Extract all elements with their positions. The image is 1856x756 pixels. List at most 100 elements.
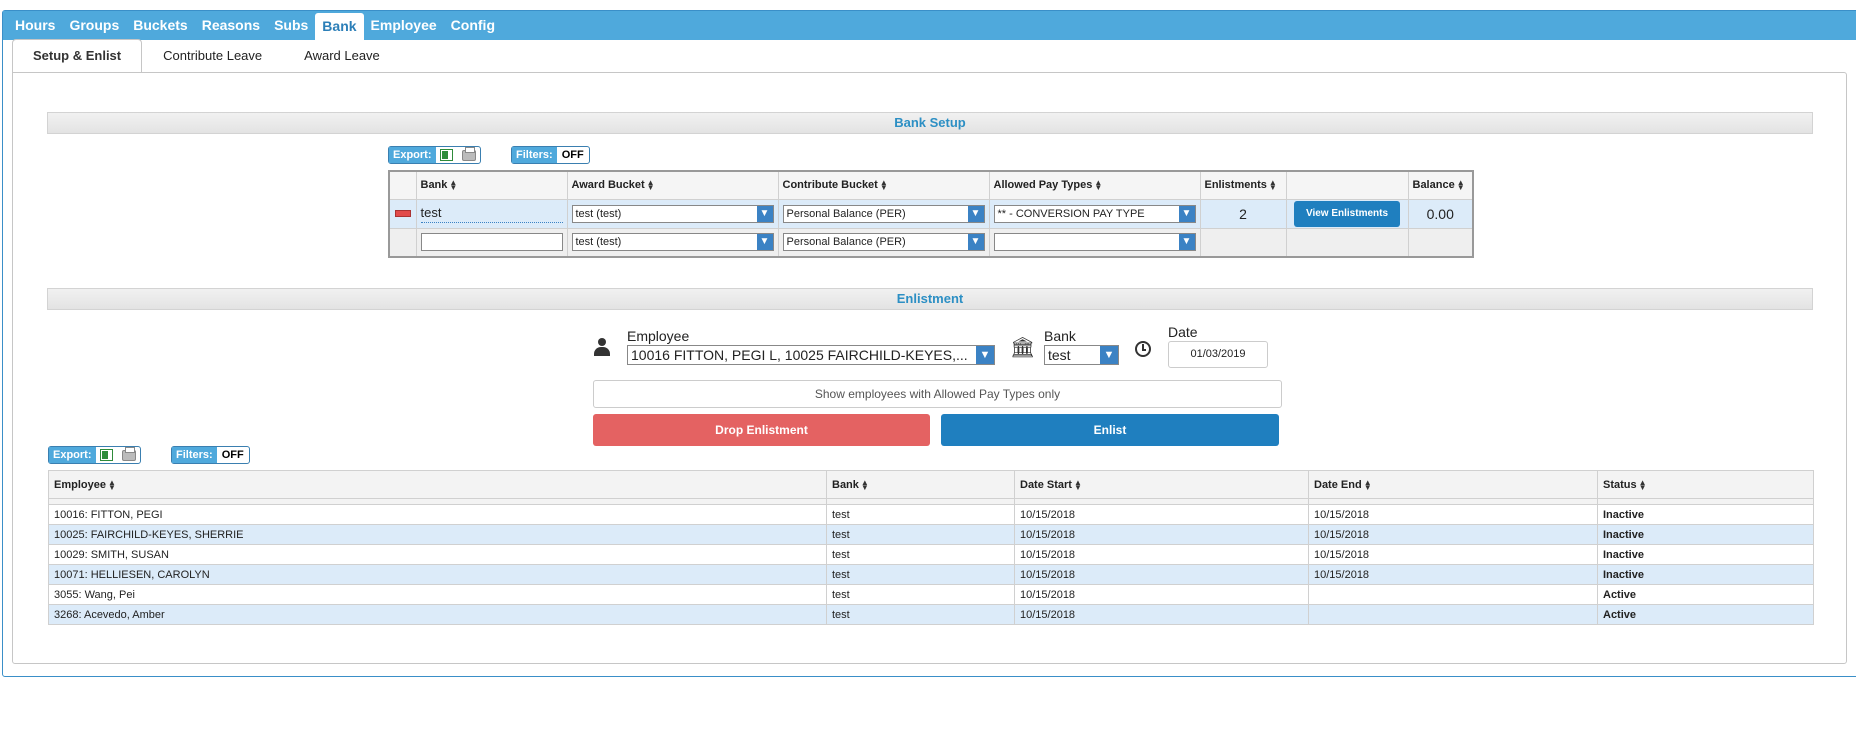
- row-action-header: [388, 170, 417, 200]
- col-employee-label: Employee: [54, 478, 106, 491]
- bank-icon: 🏛: [1010, 337, 1036, 359]
- col-action: [1285, 170, 1409, 200]
- new-allowed-pay-types-cell: ▼: [988, 227, 1201, 258]
- chevron-down-icon[interactable]: ▼: [756, 234, 773, 251]
- nav-employee[interactable]: Employee: [364, 11, 444, 40]
- sort-icon: ▲ ▼: [646, 178, 655, 193]
- table-row[interactable]: 10016: FITTON, PEGI test 10/15/2018 10/1…: [48, 504, 1814, 525]
- bank-cell: test: [826, 564, 1015, 585]
- col-award-bucket[interactable]: Award Bucket ▲ ▼: [566, 170, 779, 200]
- grid-header-row: Bank ▲ ▼ Award Bucket ▲ ▼ Contribute Bucket ▲…: [388, 170, 1474, 200]
- award-bucket-select[interactable]: test (test) ▼: [571, 204, 774, 223]
- date-start-cell: 10/15/2018: [1014, 544, 1309, 565]
- sort-icon: ▲ ▼: [107, 477, 116, 492]
- allowed-pay-types-cell: ** - CONVERSION PAY TYPE ▼: [988, 198, 1201, 229]
- employee-cell: 10029: SMITH, SUSAN: [48, 544, 827, 565]
- employee-select[interactable]: 10016 FITTON, PEGI L, 10025 FAIRCHILD-KE…: [627, 345, 995, 365]
- contribute-bucket-select[interactable]: Personal Balance (PER) ▼: [782, 204, 985, 223]
- table-row[interactable]: 10071: HELLIESEN, CAROLYN test 10/15/201…: [48, 564, 1814, 585]
- date-end-cell: [1308, 584, 1598, 605]
- new-award-bucket-cell: test (test) ▼: [566, 227, 779, 258]
- print-icon[interactable]: [118, 446, 140, 463]
- chevron-down-icon[interactable]: ▼: [976, 346, 994, 364]
- col-balance[interactable]: Balance ▲ ▼: [1407, 170, 1474, 200]
- sort-icon: ▲ ▼: [449, 178, 458, 193]
- allowed-pay-types-select[interactable]: ** - CONVERSION PAY TYPE ▼: [993, 204, 1196, 223]
- col-bank[interactable]: Bank ▲ ▼: [415, 170, 568, 200]
- table-row[interactable]: 3055: Wang, Pei test 10/15/2018 Active: [48, 584, 1814, 605]
- chevron-down-icon[interactable]: ▼: [1100, 346, 1118, 364]
- sort-icon: ▲ ▼: [860, 477, 869, 492]
- excel-export-icon[interactable]: [96, 447, 118, 463]
- nav-buckets[interactable]: Buckets: [126, 11, 194, 40]
- col-date-end-label: Date End: [1314, 478, 1362, 491]
- chevron-down-icon[interactable]: ▼: [1178, 205, 1195, 222]
- new-bank-name-cell: [415, 227, 568, 258]
- col-status[interactable]: Status ▲ ▼: [1597, 470, 1814, 499]
- employee-cell: 3055: Wang, Pei: [48, 584, 827, 605]
- new-contribute-bucket-cell: Personal Balance (PER) ▼: [777, 227, 990, 258]
- date-input[interactable]: 01/03/2019: [1168, 341, 1268, 368]
- chevron-down-icon[interactable]: ▼: [967, 205, 984, 222]
- col-date-end[interactable]: Date End ▲ ▼: [1308, 470, 1598, 499]
- employee-cell: 10071: HELLIESEN, CAROLYN: [48, 564, 827, 585]
- col-bank[interactable]: Bank ▲ ▼: [826, 470, 1015, 499]
- col-employee[interactable]: Employee ▲ ▼: [48, 470, 827, 499]
- person-icon: [594, 338, 610, 356]
- new-contribute-bucket-value: Personal Balance (PER): [786, 236, 906, 249]
- bank-name-value[interactable]: test: [420, 204, 563, 223]
- col-status-label: Status: [1603, 478, 1637, 491]
- status-cell: Inactive: [1597, 544, 1814, 565]
- date-end-cell: 10/15/2018: [1308, 524, 1598, 545]
- table-row[interactable]: 3268: Acevedo, Amber test 10/15/2018 Act…: [48, 604, 1814, 625]
- drop-enlistment-button[interactable]: Drop Enlistment: [593, 414, 930, 446]
- bank-row[interactable]: test test (test) ▼ Personal Balance (PER)…: [388, 198, 1474, 229]
- award-bucket-cell: test (test) ▼: [566, 198, 779, 229]
- enlist-button[interactable]: Enlist: [941, 414, 1279, 446]
- bank-name-cell[interactable]: test: [415, 198, 568, 229]
- nav-groups[interactable]: Groups: [62, 11, 126, 40]
- tab-setup-enlist[interactable]: Setup & Enlist: [12, 39, 143, 74]
- col-date-start[interactable]: Date Start ▲ ▼: [1014, 470, 1309, 499]
- enlistment-filters-toggle[interactable]: Filters: OFF: [171, 446, 250, 464]
- grid-header-row: Employee ▲ ▼ Bank ▲ ▼ Date Start ▲ ▼ Date End ▲…: [48, 470, 1814, 499]
- col-enlistments-label: Enlistments: [1204, 179, 1267, 192]
- date-start-cell: 10/15/2018: [1014, 524, 1309, 545]
- date-end-cell: [1308, 604, 1598, 625]
- excel-export-icon[interactable]: [436, 147, 458, 163]
- bank-filters-toggle[interactable]: Filters: OFF: [511, 146, 590, 164]
- balance-value: 0.00: [1407, 198, 1474, 229]
- new-contribute-bucket-select[interactable]: Personal Balance (PER) ▼: [782, 233, 985, 252]
- nav-hours[interactable]: Hours: [8, 11, 62, 40]
- new-award-bucket-select[interactable]: test (test) ▼: [571, 233, 774, 252]
- filters-value: OFF: [221, 449, 244, 461]
- bank-setup-header: Bank Setup: [47, 112, 1813, 134]
- chevron-down-icon[interactable]: ▼: [967, 234, 984, 251]
- col-allowed-pay-types[interactable]: Allowed Pay Types ▲ ▼: [988, 170, 1201, 200]
- table-row[interactable]: 10025: FAIRCHILD-KEYES, SHERRIE test 10/…: [48, 524, 1814, 545]
- print-icon[interactable]: [458, 146, 480, 163]
- chevron-down-icon[interactable]: ▼: [756, 205, 773, 222]
- new-allowed-pay-types-select[interactable]: ▼: [993, 233, 1196, 252]
- tab-contribute-leave[interactable]: Contribute Leave: [142, 39, 283, 73]
- nav-bank[interactable]: Bank: [315, 13, 364, 40]
- new-bank-name-input[interactable]: [420, 233, 563, 252]
- filters-label: Filters:: [172, 447, 217, 463]
- chevron-down-icon[interactable]: ▼: [1178, 234, 1195, 251]
- new-award-bucket-value: test (test): [575, 236, 622, 249]
- award-bucket-value: test (test): [575, 207, 622, 220]
- table-row[interactable]: 10029: SMITH, SUSAN test 10/15/2018 10/1…: [48, 544, 1814, 565]
- bank-select[interactable]: test ▼: [1044, 345, 1119, 365]
- new-row-action-cell: [388, 227, 417, 258]
- view-enlistments-button[interactable]: View Enlistments: [1294, 200, 1400, 227]
- col-contribute-bucket[interactable]: Contribute Bucket ▲ ▼: [777, 170, 990, 200]
- nav-config[interactable]: Config: [444, 11, 502, 40]
- show-allowed-pay-types-toggle[interactable]: Show employees with Allowed Pay Types on…: [593, 380, 1282, 408]
- col-enlistments[interactable]: Enlistments ▲ ▼: [1199, 170, 1287, 200]
- nav-reasons[interactable]: Reasons: [195, 11, 267, 40]
- employee-cell: 3268: Acevedo, Amber: [48, 604, 827, 625]
- tab-award-leave[interactable]: Award Leave: [283, 39, 401, 73]
- status-cell: Inactive: [1597, 524, 1814, 545]
- delete-row-icon[interactable]: [394, 210, 411, 217]
- nav-subs[interactable]: Subs: [267, 11, 315, 40]
